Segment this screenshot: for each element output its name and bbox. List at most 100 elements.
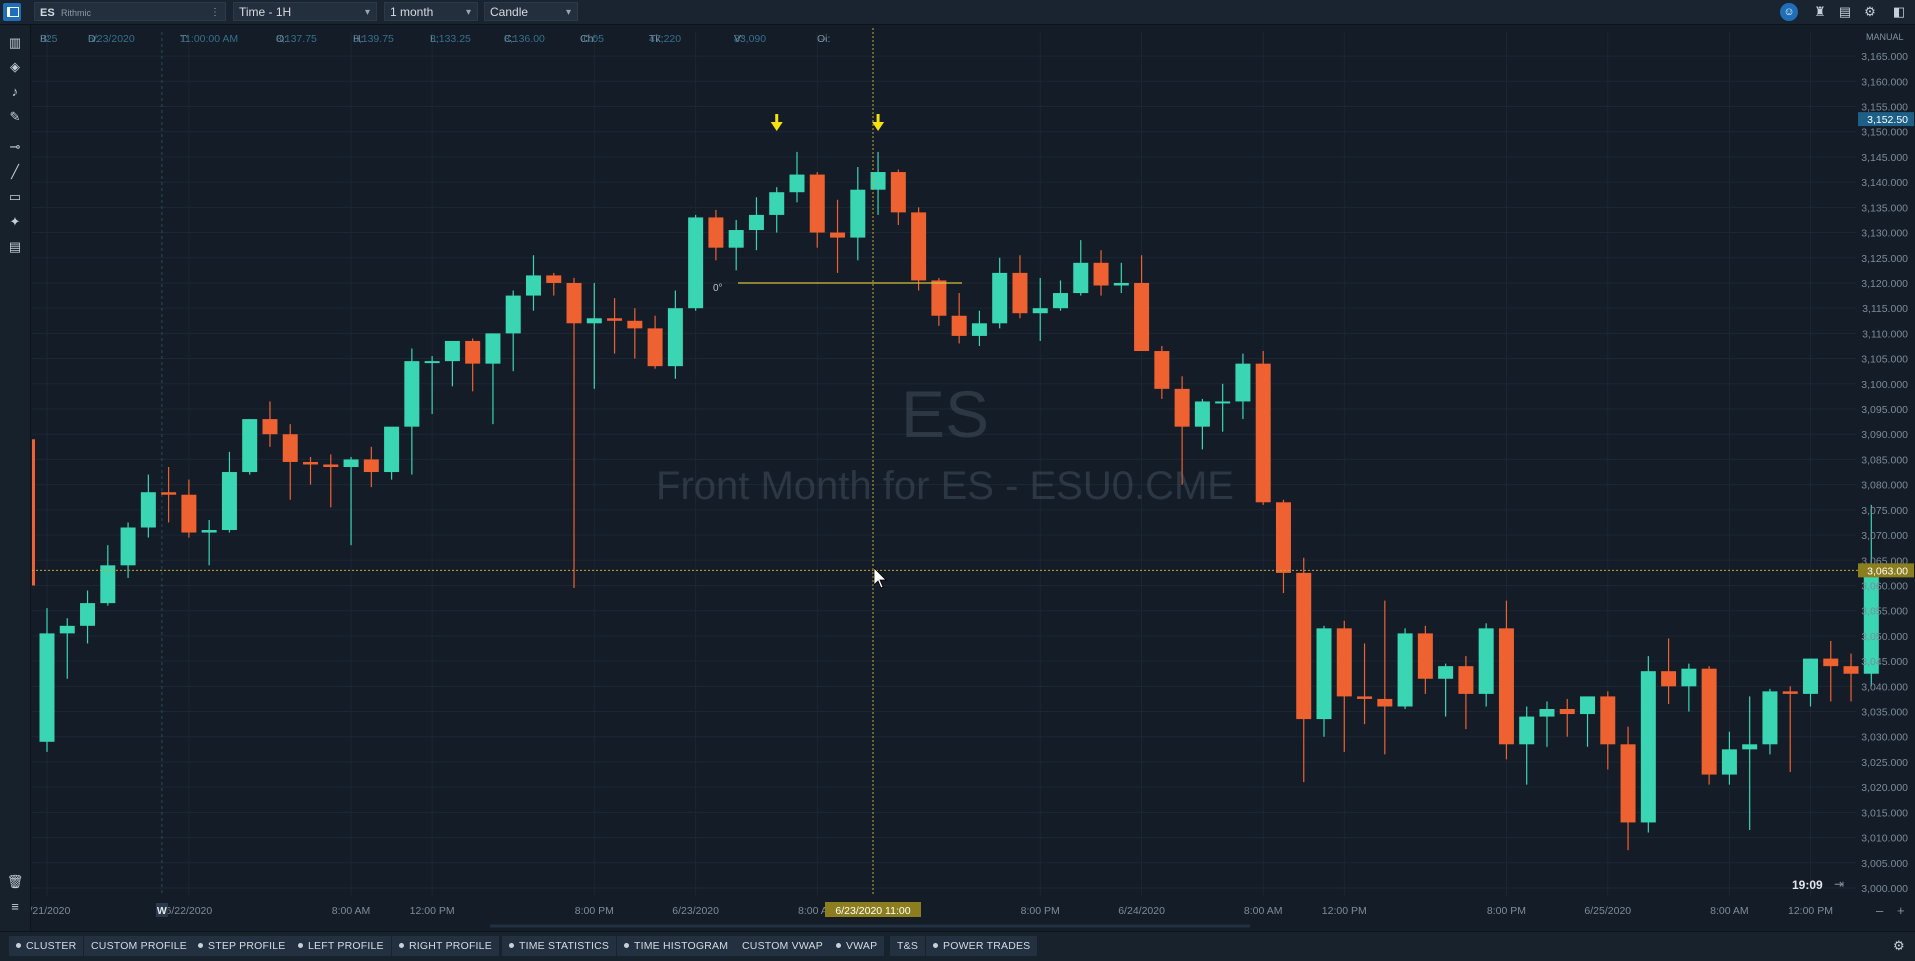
symbol-selector[interactable]: ES Rithmic ⋮ [34,2,226,21]
robot-icon[interactable]: ♜ [1811,3,1829,21]
timeframe-dropdown[interactable]: Time - 1H ▾ [233,2,377,21]
candle-body [1802,658,1818,694]
price-tick-label: 3,140.000 [1861,177,1908,189]
chat-icon[interactable]: ☺ [1780,3,1798,21]
tab-time-statistics[interactable]: TIME STATISTICS [502,936,617,956]
candle-body [1194,401,1210,427]
horizontal-line-icon[interactable]: ⊸ [6,138,24,156]
time-tick-label: 6/23/2020 [672,905,719,917]
time-tick-label: 8:00 AM [1244,905,1283,917]
price-tick-label: 3,105.000 [1861,354,1908,366]
tab-label: LEFT PROFILE [308,940,384,952]
trend-line-icon[interactable]: ╱ [6,163,24,181]
price-tick-label: 3,015.000 [1861,807,1908,819]
candle-body [1113,282,1129,286]
price-axis[interactable]: 3,000.000 3,005.000 3,010.000 3,015.000 3,02… [1858,51,1914,895]
candle-body [161,492,177,495]
tab-label: TIME HISTOGRAM [634,940,729,952]
rectangle-icon[interactable]: ▭ [6,188,24,206]
candle-body [242,419,258,473]
time-tick-label: 8:00 AM [1710,905,1749,917]
ticks-value: 47,220 [649,33,682,45]
layers-icon[interactable]: ◈ [6,58,24,76]
period-dropdown[interactable]: 1 month ▾ [384,2,478,21]
time-tick-label: 8:00 PM [1021,905,1060,917]
candle-body [100,565,116,604]
candle-body [1397,633,1413,707]
magic-wand-icon[interactable]: ✦ [6,213,24,231]
candle-body [424,361,440,364]
chart-style-dropdown[interactable]: Candle ▾ [484,2,578,21]
oi-value: --- [817,33,828,45]
tab-label: CUSTOM VWAP [742,940,823,952]
price-tick-label: 3,110.000 [1862,328,1908,340]
tab-custom-profile[interactable]: CUSTOM PROFILE [84,936,194,956]
candle-body [1093,262,1109,286]
candle-body [80,603,96,626]
dot-icon [509,942,514,948]
alert-bell-icon[interactable]: ♪ [6,83,24,101]
pencil-icon[interactable]: ✎ [6,108,24,126]
tab-vwap[interactable]: VWAP [829,936,885,956]
tab-time-histogram[interactable]: TIME HISTOGRAM [617,936,736,956]
candle-body [1580,696,1596,715]
tab-time-and-sales[interactable]: T&S [890,936,926,956]
time-axis[interactable]: 6/21/2020 6/22/2020 8:00 AM 12:00 PM 8:00 PM… [24,902,1833,928]
candle-body [1377,698,1393,707]
current-price-label: 3,152.50 [1867,114,1908,126]
tab-label: POWER TRADES [943,940,1031,952]
candle-body [1438,666,1454,679]
candle-body [667,308,683,367]
candle-body [363,459,379,473]
candle-body [181,494,197,533]
tab-left-profile[interactable]: LEFT PROFILE [291,936,391,956]
zoom-out-icon[interactable]: – [1876,903,1883,918]
candle-body [1559,709,1575,715]
time-tick-label: 6/24/2020 [1118,905,1165,917]
panel-toggle-icon[interactable]: ◧ [1890,3,1908,21]
tab-right-profile[interactable]: RIGHT PROFILE [392,936,499,956]
dot-icon [624,942,629,948]
gear-icon[interactable]: ⚙ [1893,938,1905,954]
top-toolbar: ES Rithmic ⋮ Time - 1H ▾ 1 month ▾ Candl… [0,0,1915,25]
tab-power-trades[interactable]: POWER TRADES [926,936,1038,956]
candle-body [566,282,582,324]
candle-body [809,174,825,233]
candle-body [911,212,927,281]
candle-body [1336,628,1352,697]
template-icon[interactable]: ▤ [1836,3,1854,21]
price-tick-label: 3,165.000 [1861,51,1908,63]
candle-body [748,214,764,231]
gear-icon[interactable]: ⚙ [1861,3,1879,21]
candle-body [1154,351,1170,389]
trash-icon[interactable]: 🗑 [6,873,24,891]
crosshair-time-label: 6/23/2020 11:00 [835,905,910,917]
candle-body [1762,691,1778,745]
chart-type-icon[interactable]: ▥ [6,34,24,52]
tab-step-profile[interactable]: STEP PROFILE [191,936,293,956]
angle-label: 0° [713,283,723,294]
list-icon[interactable]: ≡ [6,898,24,916]
scroll-to-end-icon[interactable]: ⇥ [1834,877,1844,891]
layout-icon[interactable] [3,3,21,21]
price-tick-label: 3,000.000 [1861,883,1908,895]
tab-cluster[interactable]: CLUSTER [9,936,84,956]
time-tick-label: 12:00 PM [1788,905,1833,917]
candle-body [1316,628,1332,720]
price-tick-label: 3,080.000 [1861,480,1908,492]
tab-custom-vwap[interactable]: CUSTOM VWAP [735,936,830,956]
scale-mode[interactable]: MANUAL [1866,32,1904,42]
drawing-templates-icon[interactable]: ▤ [6,238,24,256]
candle-body [769,192,785,215]
candle-body [1235,363,1251,402]
candle-body [505,295,521,334]
candle-body [1012,272,1028,314]
zoom-in-icon[interactable]: + [1897,903,1905,918]
price-tick-label: 3,160.000 [1861,76,1908,88]
candle-body [1640,671,1656,823]
tab-label: TIME STATISTICS [519,940,610,952]
candle-body [1174,388,1190,427]
more-icon[interactable]: ⋮ [210,3,220,22]
tab-label: T&S [897,940,919,952]
candle-body [1519,716,1535,745]
